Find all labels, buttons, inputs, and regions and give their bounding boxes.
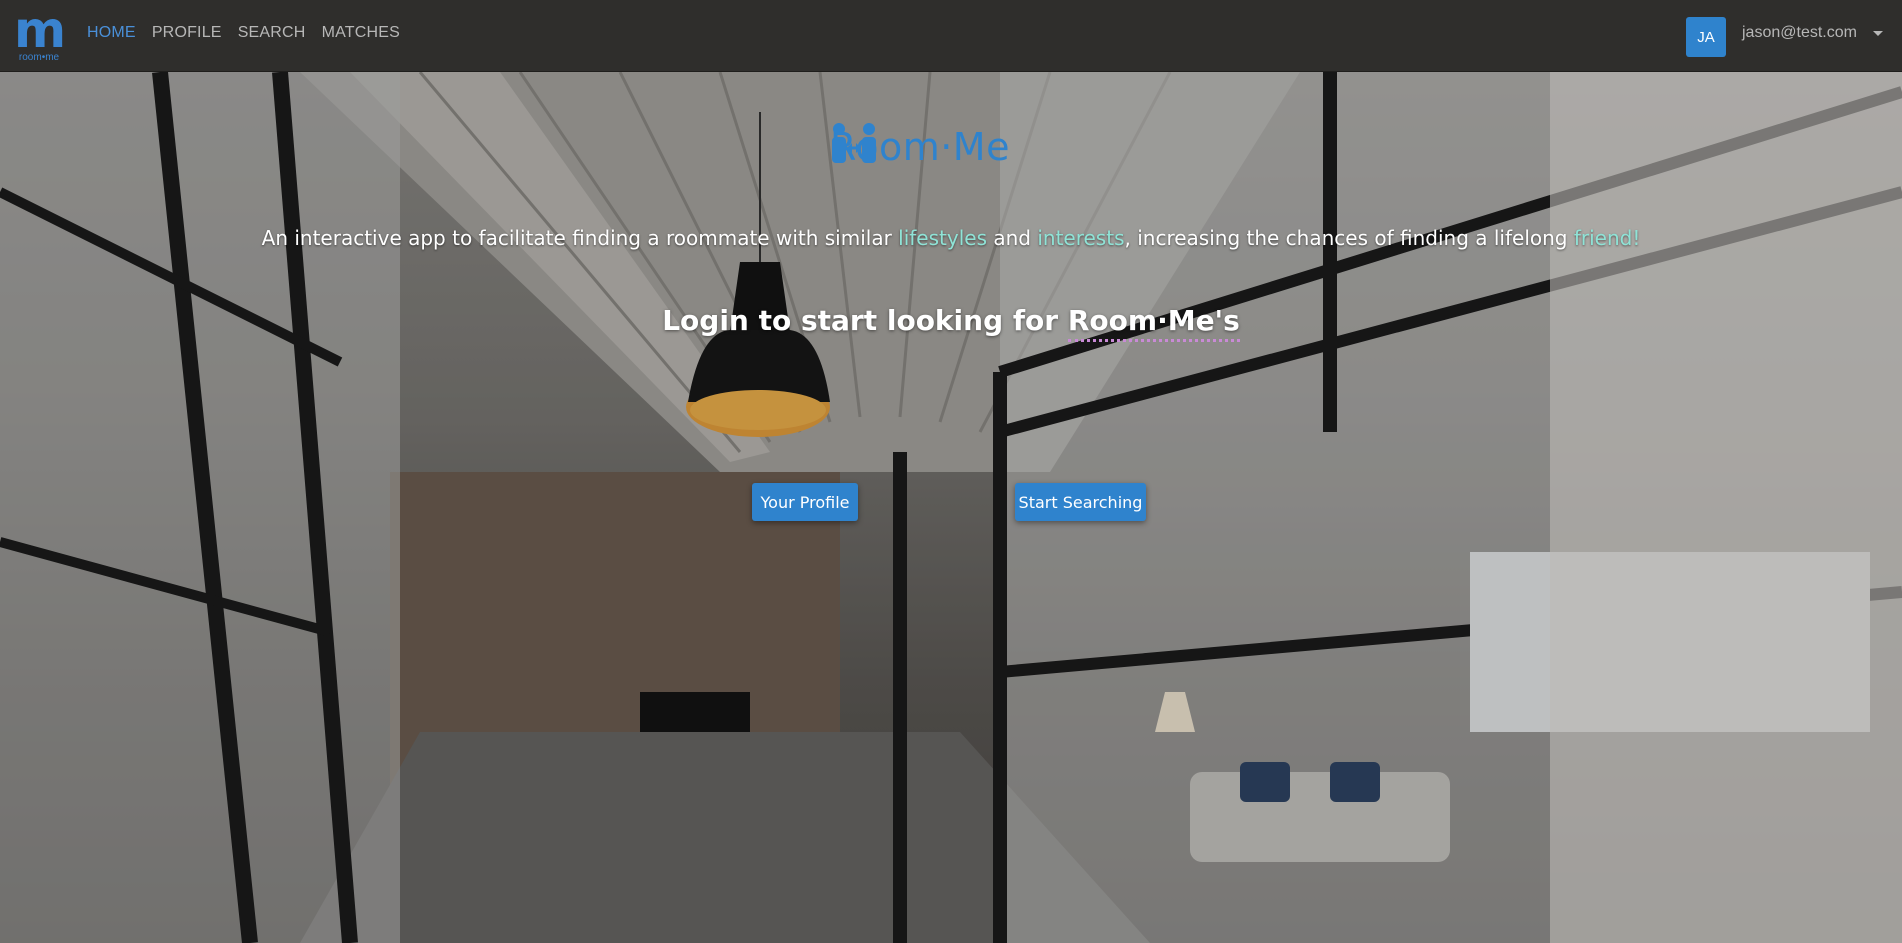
caret-down-icon[interactable]	[1873, 31, 1883, 36]
office-background-image	[0, 72, 1902, 943]
login-heading: Login to start looking for Room·Me's	[0, 304, 1902, 342]
tagline-part: , increasing the chances of finding a li…	[1124, 226, 1574, 250]
hero-section: Room·Me An interactive app to facilitate…	[0, 72, 1902, 943]
tagline-highlight-interests: interests	[1037, 226, 1125, 250]
tagline-part: and	[987, 226, 1038, 250]
navbar: m room•me HOME PROFILE SEARCH MATCHES JA…	[0, 0, 1902, 72]
login-heading-prefix: Login to start looking for	[662, 304, 1068, 337]
tagline-part: An interactive app to facilitate finding…	[261, 226, 899, 250]
login-heading-brand: Room·Me's	[1067, 304, 1240, 342]
brand-subtitle: room•me	[18, 52, 60, 63]
tagline-highlight-lifestyles: lifestyles	[898, 226, 987, 250]
tagline-highlight-friend: friend!	[1573, 226, 1641, 250]
nav-link-matches[interactable]: MATCHES	[322, 24, 400, 42]
brand-letter: m	[13, 1, 66, 59]
nav-links: HOME PROFILE SEARCH MATCHES	[87, 24, 400, 42]
nav-link-profile[interactable]: PROFILE	[152, 24, 222, 42]
start-searching-button[interactable]: Start Searching	[1015, 483, 1146, 521]
user-email-dropdown[interactable]: jason@test.com	[1742, 24, 1857, 42]
user-avatar[interactable]: JA	[1686, 17, 1726, 57]
brand-logo[interactable]: m room•me	[12, 1, 66, 63]
hero-tagline: An interactive app to facilitate finding…	[0, 226, 1902, 250]
your-profile-button[interactable]: Your Profile	[752, 483, 858, 521]
people-arrows-icon	[832, 123, 876, 163]
hero-logo: Room·Me	[830, 122, 1010, 172]
nav-link-home[interactable]: HOME	[87, 24, 136, 42]
nav-link-search[interactable]: SEARCH	[238, 24, 306, 42]
